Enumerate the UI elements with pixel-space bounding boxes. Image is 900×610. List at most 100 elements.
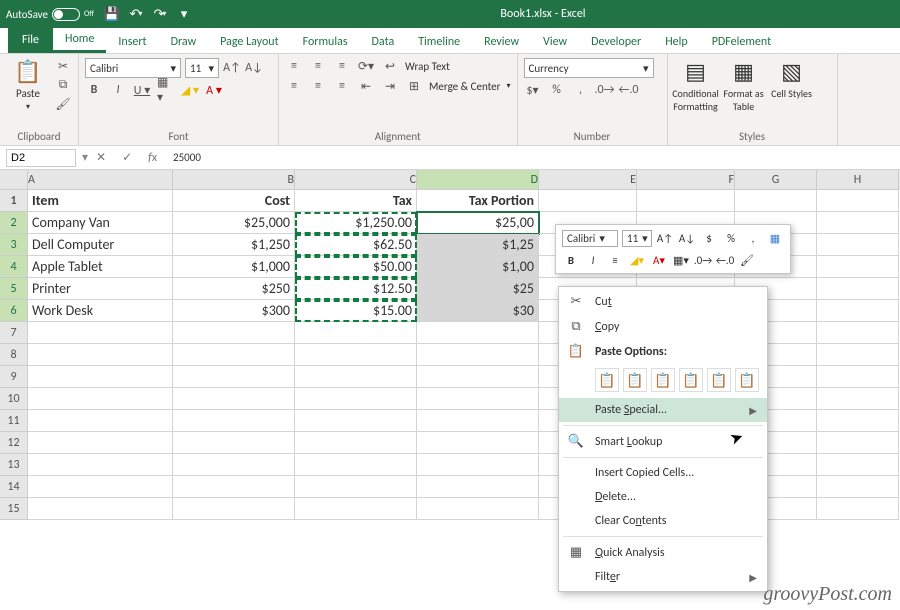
cell-F1[interactable] — [637, 190, 735, 212]
cancel-icon[interactable]: ✕ — [88, 150, 114, 165]
cell-H15[interactable] — [817, 498, 899, 520]
indent-right-icon[interactable]: ⇥ — [381, 78, 399, 94]
cell-A8[interactable] — [28, 344, 173, 366]
cell-A3[interactable]: Dell Computer — [28, 234, 173, 256]
paste-all-icon[interactable]: 📋 — [595, 368, 619, 392]
cell-B5[interactable]: $250 — [173, 278, 295, 300]
cell-B1[interactable]: Cost — [173, 190, 295, 212]
mini-font-color-icon[interactable]: A▾ — [650, 251, 668, 269]
row-head-2[interactable]: 2 — [0, 212, 28, 234]
decrease-font-icon[interactable]: A↓ — [245, 60, 263, 76]
paste-transpose-icon[interactable]: 📋 — [679, 368, 703, 392]
ctx-quick-analysis[interactable]: ▦Quick Analysis — [559, 540, 767, 565]
cell-D13[interactable] — [417, 454, 539, 476]
cell-H1[interactable] — [817, 190, 899, 212]
ctx-insert-copied[interactable]: Insert Copied Cells... — [559, 461, 767, 485]
align-center-icon[interactable]: ≡ — [309, 78, 327, 94]
orientation-icon[interactable]: ⟳▾ — [357, 58, 375, 74]
tab-insert[interactable]: Insert — [106, 31, 158, 53]
cell-D6[interactable]: $30 — [417, 300, 539, 322]
ctx-filter[interactable]: Filter▶ — [559, 565, 767, 589]
col-head-c[interactable]: C — [295, 170, 417, 190]
ctx-cut[interactable]: ✂Cut — [559, 289, 767, 314]
number-format-combo[interactable]: Currency▾ — [524, 58, 654, 78]
col-head-a[interactable]: A — [28, 170, 173, 190]
percent-format-icon[interactable]: % — [548, 82, 566, 98]
format-as-table-button[interactable]: ▦Format as Table — [722, 58, 766, 113]
copy-icon[interactable]: ⧉ — [54, 77, 72, 93]
cell-B15[interactable] — [173, 498, 295, 520]
merge-center-icon[interactable]: ⊞ — [405, 78, 423, 94]
cell-B12[interactable] — [173, 432, 295, 454]
cell-B14[interactable] — [173, 476, 295, 498]
cell-H3[interactable] — [817, 234, 899, 256]
font-color-button[interactable]: A ▾ — [205, 82, 223, 98]
cell-A12[interactable] — [28, 432, 173, 454]
merge-center-label[interactable]: Merge & Center — [429, 80, 501, 93]
cell-D14[interactable] — [417, 476, 539, 498]
cell-B13[interactable] — [173, 454, 295, 476]
cell-B4[interactable]: $1,000 — [173, 256, 295, 278]
cell-H8[interactable] — [817, 344, 899, 366]
mini-accounting-icon[interactable]: $ — [700, 229, 718, 247]
cell-B7[interactable] — [173, 322, 295, 344]
enter-icon[interactable]: ✓ — [114, 150, 140, 165]
paste-values-icon[interactable]: 📋 — [623, 368, 647, 392]
cell-C1[interactable]: Tax — [295, 190, 417, 212]
tab-pdfelement[interactable]: PDFelement — [700, 31, 783, 53]
cell-B11[interactable] — [173, 410, 295, 432]
cell-C10[interactable] — [295, 388, 417, 410]
cell-A9[interactable] — [28, 366, 173, 388]
row-head-12[interactable]: 12 — [0, 432, 28, 454]
mini-size-combo[interactable]: 11▾ — [622, 230, 652, 247]
tab-review[interactable]: Review — [472, 31, 531, 53]
cell-C8[interactable] — [295, 344, 417, 366]
cell-H2[interactable] — [817, 212, 899, 234]
name-box[interactable] — [6, 149, 76, 167]
tab-developer[interactable]: Developer — [579, 31, 653, 53]
cell-H4[interactable] — [817, 256, 899, 278]
cell-styles-button[interactable]: ▧Cell Styles — [770, 58, 814, 100]
row-head-9[interactable]: 9 — [0, 366, 28, 388]
cell-D7[interactable] — [417, 322, 539, 344]
mini-format-painter-icon[interactable]: 🖌 — [738, 251, 756, 269]
cell-B10[interactable] — [173, 388, 295, 410]
cell-H9[interactable] — [817, 366, 899, 388]
formula-value[interactable]: 25000 — [165, 151, 201, 164]
tab-draw[interactable]: Draw — [159, 31, 209, 53]
cell-B3[interactable]: $1,250 — [173, 234, 295, 256]
tab-home[interactable]: Home — [53, 28, 106, 53]
underline-button[interactable]: U ▾ — [133, 82, 151, 98]
col-head-e[interactable]: E — [539, 170, 637, 190]
cell-G1[interactable] — [735, 190, 817, 212]
tab-page-layout[interactable]: Page Layout — [208, 31, 290, 53]
cell-H7[interactable] — [817, 322, 899, 344]
cell-D11[interactable] — [417, 410, 539, 432]
cell-H5[interactable] — [817, 278, 899, 300]
row-head-13[interactable]: 13 — [0, 454, 28, 476]
cell-A14[interactable] — [28, 476, 173, 498]
fx-icon[interactable]: fx — [140, 151, 165, 165]
cell-H10[interactable] — [817, 388, 899, 410]
cell-H14[interactable] — [817, 476, 899, 498]
cell-A10[interactable] — [28, 388, 173, 410]
cell-D10[interactable] — [417, 388, 539, 410]
toggle-off-icon[interactable] — [52, 8, 80, 21]
tab-formulas[interactable]: Formulas — [291, 31, 360, 53]
tab-view[interactable]: View — [531, 31, 579, 53]
cell-C13[interactable] — [295, 454, 417, 476]
wrap-text-icon[interactable]: ↩ — [381, 58, 399, 74]
align-right-icon[interactable]: ≡ — [333, 78, 351, 94]
align-top-icon[interactable]: ≡ — [285, 58, 303, 74]
cell-D3[interactable]: $1,25 — [417, 234, 539, 256]
increase-decimal-icon[interactable]: .0→ — [596, 82, 614, 98]
mini-font-combo[interactable]: Calibri▾ — [562, 230, 618, 247]
cell-B8[interactable] — [173, 344, 295, 366]
cell-D12[interactable] — [417, 432, 539, 454]
row-head-14[interactable]: 14 — [0, 476, 28, 498]
tab-file[interactable]: File — [8, 27, 53, 53]
ctx-paste-special[interactable]: Paste Special...▶ — [559, 398, 767, 422]
comma-format-icon[interactable]: , — [572, 82, 590, 98]
align-left-icon[interactable]: ≡ — [285, 78, 303, 94]
cell-C14[interactable] — [295, 476, 417, 498]
